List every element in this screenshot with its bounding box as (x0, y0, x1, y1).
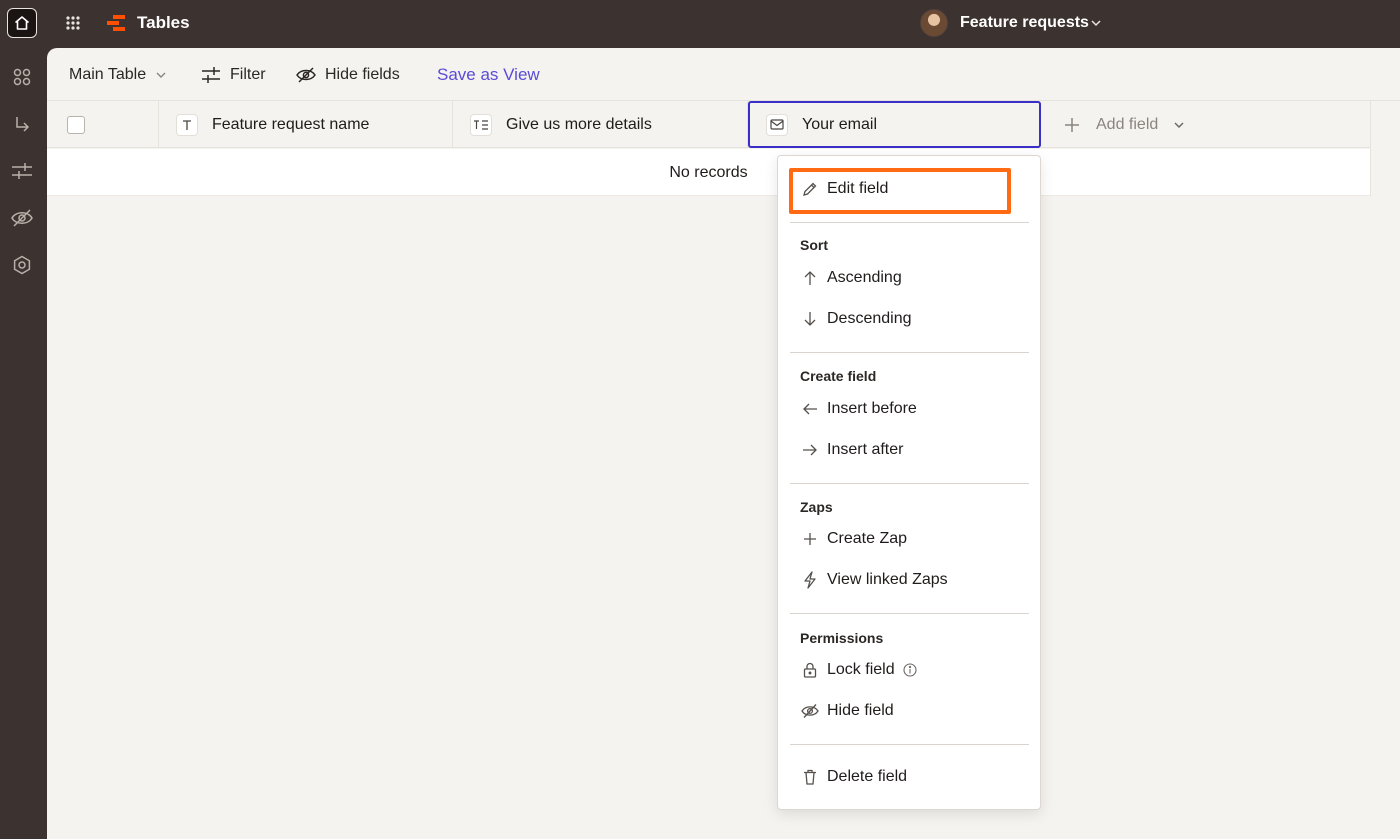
avatar[interactable] (920, 9, 948, 37)
rail-apps-button[interactable] (10, 65, 34, 89)
column-name: Your email (802, 115, 878, 133)
filter-label: Filter (230, 66, 266, 83)
menu-label: Hide field (827, 702, 894, 719)
apps-icon (13, 68, 31, 86)
info-icon[interactable] (903, 663, 917, 677)
menu-section-create-field: Create field (800, 368, 877, 384)
column-header-details[interactable]: Give us more details (453, 101, 748, 148)
chevron-down-icon[interactable] (1089, 16, 1103, 30)
eye-off-icon (296, 67, 316, 83)
menu-sort-ascending[interactable]: Ascending (800, 267, 902, 289)
view-name: Main Table (69, 66, 147, 83)
menu-insert-before[interactable]: Insert before (800, 398, 917, 420)
menu-section-sort: Sort (800, 237, 828, 253)
table-title[interactable]: Feature requests (960, 13, 1089, 33)
trash-icon (800, 767, 820, 787)
empty-row: No records (47, 149, 1370, 196)
text-icon (176, 113, 198, 136)
email-icon (766, 113, 788, 136)
add-field-button[interactable]: Add field (1064, 101, 1186, 148)
menu-sort-descending[interactable]: Descending (800, 308, 912, 330)
arrow-up-icon (800, 268, 820, 288)
menu-label: View linked Zaps (827, 571, 948, 588)
rail-hide-button[interactable] (10, 206, 34, 230)
hide-fields-label: Hide fields (325, 66, 400, 83)
lightning-icon (800, 570, 820, 590)
menu-label: Ascending (827, 269, 902, 286)
no-records-message: No records (669, 163, 748, 181)
menu-edit-field[interactable]: Edit field (800, 178, 888, 200)
menu-label: Create Zap (827, 530, 908, 547)
table-header: Feature request name Give us more detail… (47, 101, 1370, 148)
menu-label: Lock field (827, 661, 895, 678)
menu-divider (790, 483, 1029, 484)
arrow-down-icon (800, 309, 820, 329)
menu-label: Edit field (827, 180, 889, 197)
main-panel: Main Table Filter Hide fields Save as Vi… (47, 48, 1400, 839)
select-all-checkbox[interactable] (67, 116, 85, 134)
plus-icon (800, 529, 820, 549)
long-text-icon (470, 113, 492, 136)
menu-label: Insert after (827, 441, 904, 458)
chevron-down-icon (1174, 121, 1184, 128)
menu-section-zaps: Zaps (800, 499, 833, 515)
chevron-down-icon (156, 72, 166, 78)
menu-label: Delete field (827, 768, 908, 785)
gear-icon (13, 255, 31, 275)
arrow-left-icon (800, 399, 820, 419)
eye-off-icon (11, 209, 33, 227)
menu-divider (790, 352, 1029, 353)
toolbar: Main Table Filter Hide fields Save as Vi… (47, 48, 1400, 101)
grid-icon (66, 16, 80, 30)
column-header-feature-request-name[interactable]: Feature request name (159, 101, 453, 148)
table-right-border (1370, 101, 1371, 196)
sliders-icon (202, 67, 220, 83)
filter-button[interactable]: Filter (201, 64, 266, 86)
sliders-icon (12, 163, 32, 179)
pencil-icon (800, 179, 820, 199)
rail-automation-button[interactable] (10, 112, 34, 136)
rail-filter-button[interactable] (10, 159, 34, 183)
left-rail (0, 48, 46, 839)
add-field-label: Add field (1096, 115, 1159, 133)
menu-divider (790, 222, 1029, 223)
menu-delete-field[interactable]: Delete field (800, 766, 907, 788)
lock-icon (800, 660, 820, 680)
home-button[interactable] (7, 8, 37, 38)
arrow-right-icon (800, 440, 820, 460)
tables-logo-icon (107, 15, 125, 31)
column-context-menu: Edit field Sort Ascending Descending Cre… (777, 155, 1041, 810)
menu-label: Insert before (827, 400, 917, 417)
menu-hide-field[interactable]: Hide field (800, 700, 894, 722)
menu-divider (790, 744, 1029, 745)
menu-create-zap[interactable]: Create Zap (800, 528, 907, 550)
app-grid-button[interactable] (62, 12, 84, 34)
column-name: Give us more details (506, 115, 652, 133)
arrow-turn-icon (16, 117, 30, 132)
eye-off-icon (800, 701, 820, 721)
menu-section-permissions: Permissions (800, 630, 884, 646)
rail-settings-button[interactable] (10, 253, 34, 277)
select-all-cell (47, 101, 159, 148)
plus-icon (1065, 117, 1079, 132)
column-name: Feature request name (212, 115, 370, 133)
menu-insert-after[interactable]: Insert after (800, 439, 903, 461)
top-bar: Tables Feature requests (0, 0, 1400, 48)
menu-divider (790, 613, 1029, 614)
menu-label: Descending (827, 310, 912, 327)
save-as-view-button[interactable]: Save as View (437, 64, 540, 86)
app-title: Tables (137, 13, 190, 32)
home-icon (14, 16, 30, 30)
hide-fields-button[interactable]: Hide fields (296, 64, 400, 86)
menu-lock-field[interactable]: Lock field (800, 659, 917, 681)
column-header-your-email[interactable]: Your email (748, 101, 1041, 148)
view-selector[interactable]: Main Table (69, 64, 168, 86)
menu-view-linked-zaps[interactable]: View linked Zaps (800, 569, 948, 591)
